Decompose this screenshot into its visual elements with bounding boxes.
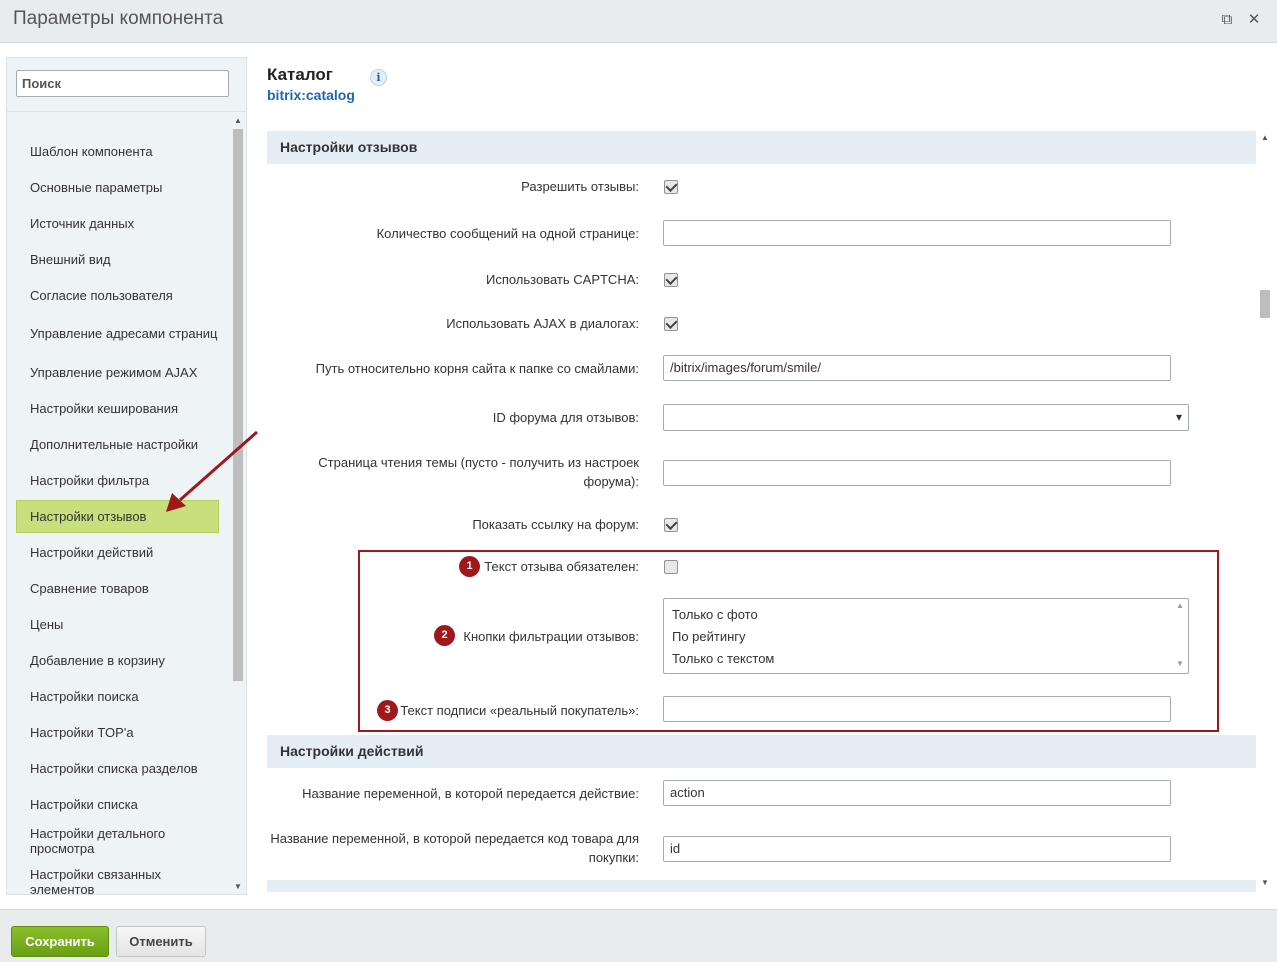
dialog-title: Параметры компонента <box>13 8 224 29</box>
section-actions-header[interactable]: Настройки действий <box>267 735 1256 768</box>
sidebar-item-add-to-basket[interactable]: Добавление в корзину <box>16 649 219 671</box>
sidebar-item-reviews[interactable]: Настройки отзывов <box>16 500 219 533</box>
sidebar-item-cache[interactable]: Настройки кеширования <box>16 397 219 419</box>
captcha-checkbox[interactable] <box>664 273 678 287</box>
sidebar-panel: Шаблон компонента Основные параметры Ист… <box>6 57 247 895</box>
sidebar-item-section-list[interactable]: Настройки списка разделов <box>16 757 219 779</box>
sidebar-item-additional[interactable]: Дополнительные настройки <box>16 433 219 455</box>
product-id-var-label: Название переменной, в которой передаетс… <box>270 831 639 865</box>
search-input[interactable] <box>16 70 229 97</box>
text-required-checkbox[interactable] <box>664 560 678 574</box>
component-name: Каталог <box>267 65 333 84</box>
filter-buttons-label: Кнопки фильтрации отзывов: <box>463 629 639 644</box>
multiselect-scrollbar[interactable]: ▲ ▼ <box>1174 601 1186 671</box>
scroll-up-icon[interactable]: ▲ <box>1257 133 1273 142</box>
topic-page-input[interactable] <box>663 460 1171 486</box>
action-var-input[interactable]: action <box>663 780 1171 806</box>
smiles-path-input[interactable]: /bitrix/images/forum/smile/ <box>663 355 1171 381</box>
captcha-label: Использовать CAPTCHA: <box>485 272 639 287</box>
filter-option[interactable]: Только с фото <box>672 607 758 622</box>
messages-per-page-input[interactable] <box>663 220 1171 246</box>
forum-id-label: ID форума для отзывов: <box>492 410 639 425</box>
component-settings-dialog: Параметры компонента ⧉ ✕ Шаблон компонен… <box>0 0 1277 962</box>
allow-reviews-label: Разрешить отзывы: <box>521 179 639 194</box>
sidebar-item-list[interactable]: Настройки списка <box>16 793 219 815</box>
section-next-header <box>267 880 1256 892</box>
allow-reviews-checkbox[interactable] <box>664 180 678 194</box>
close-icon[interactable]: ✕ <box>1246 12 1262 28</box>
ajax-dialogs-checkbox[interactable] <box>664 317 678 331</box>
filter-option[interactable]: По рейтингу <box>672 629 746 644</box>
scroll-up-icon[interactable]: ▲ <box>231 116 245 125</box>
save-button[interactable]: Сохранить <box>11 926 109 957</box>
scroll-down-icon[interactable]: ▼ <box>231 882 245 891</box>
settings-panel: Каталог bitrix:catalog i Настройки отзыв… <box>247 43 1277 909</box>
scroll-down-icon[interactable]: ▼ <box>1174 659 1186 668</box>
real-buyer-label: Текст подписи «реальный покупатель»: <box>400 703 639 718</box>
sidebar-item-appearance[interactable]: Внешний вид <box>16 248 219 270</box>
section-reviews-header[interactable]: Настройки отзывов <box>267 131 1256 164</box>
forum-link-checkbox[interactable] <box>664 518 678 532</box>
sidebar-item-top[interactable]: Настройки TOP'а <box>16 721 219 743</box>
ajax-dialogs-label: Использовать AJAX в диалогах: <box>446 316 639 331</box>
product-id-var-input[interactable]: id <box>663 836 1171 862</box>
sidebar-item-detail[interactable]: Настройки детального просмотра <box>16 825 219 857</box>
forum-link-label: Показать ссылку на форум: <box>472 517 639 532</box>
sidebar-item-filter[interactable]: Настройки фильтра <box>16 469 219 491</box>
filter-buttons-multiselect[interactable]: Только с фото По рейтингу Только с текст… <box>663 598 1189 674</box>
action-var-label: Название переменной, в которой передаетс… <box>302 786 639 801</box>
text-required-label: Текст отзыва обязателен: <box>484 559 639 574</box>
settings-scroll-thumb[interactable] <box>1260 290 1270 318</box>
sidebar-scroll-thumb[interactable] <box>233 129 243 681</box>
sidebar-item-basic[interactable]: Основные параметры <box>16 176 219 198</box>
cancel-button[interactable]: Отменить <box>116 926 206 957</box>
sidebar-item-user-consent[interactable]: Согласие пользователя <box>16 284 219 306</box>
scroll-down-icon[interactable]: ▼ <box>1257 878 1273 887</box>
sidebar-scrollbar[interactable]: ▲ ▼ <box>231 114 245 894</box>
scroll-up-icon[interactable]: ▲ <box>1174 601 1186 610</box>
settings-scrollbar[interactable]: ▲ ▼ <box>1257 130 1273 890</box>
sidebar-item-compare[interactable]: Сравнение товаров <box>16 577 219 599</box>
sidebar-item-actions[interactable]: Настройки действий <box>16 541 219 563</box>
dialog-footer: Сохранить Отменить <box>0 909 1277 962</box>
dialog-titlebar: Параметры компонента ⧉ ✕ <box>0 0 1277 43</box>
sidebar-search <box>7 58 246 112</box>
topic-page-label: Страница чтения темы (пусто - получить и… <box>318 455 639 489</box>
chevron-down-icon: ▾ <box>1175 410 1182 424</box>
component-code: bitrix:catalog <box>267 87 355 103</box>
annotation-badge-3: 3 <box>377 700 398 721</box>
messages-per-page-label: Количество сообщений на одной странице: <box>376 226 639 241</box>
restore-icon[interactable]: ⧉ <box>1219 12 1235 28</box>
sidebar-item-data-source[interactable]: Источник данных <box>16 212 219 234</box>
annotation-badge-2: 2 <box>434 625 455 646</box>
info-icon[interactable]: i <box>370 69 387 86</box>
annotation-badge-1: 1 <box>459 556 480 577</box>
sidebar-nav: Шаблон компонента Основные параметры Ист… <box>7 114 231 894</box>
sidebar-item-page-urls[interactable]: Управление адресами страниц <box>16 317 219 349</box>
forum-id-select[interactable]: ▾ <box>663 404 1189 431</box>
sidebar-item-template[interactable]: Шаблон компонента <box>16 140 219 162</box>
sidebar-item-ajax[interactable]: Управление режимом AJAX <box>16 361 219 383</box>
real-buyer-input[interactable] <box>663 696 1171 722</box>
sidebar-item-linked[interactable]: Настройки связанных элементов <box>16 866 219 894</box>
filter-option[interactable]: Только с текстом <box>672 651 774 666</box>
smiles-path-label: Путь относительно корня сайта к папке со… <box>315 361 639 376</box>
sidebar-item-prices[interactable]: Цены <box>16 613 219 635</box>
sidebar-item-search[interactable]: Настройки поиска <box>16 685 219 707</box>
